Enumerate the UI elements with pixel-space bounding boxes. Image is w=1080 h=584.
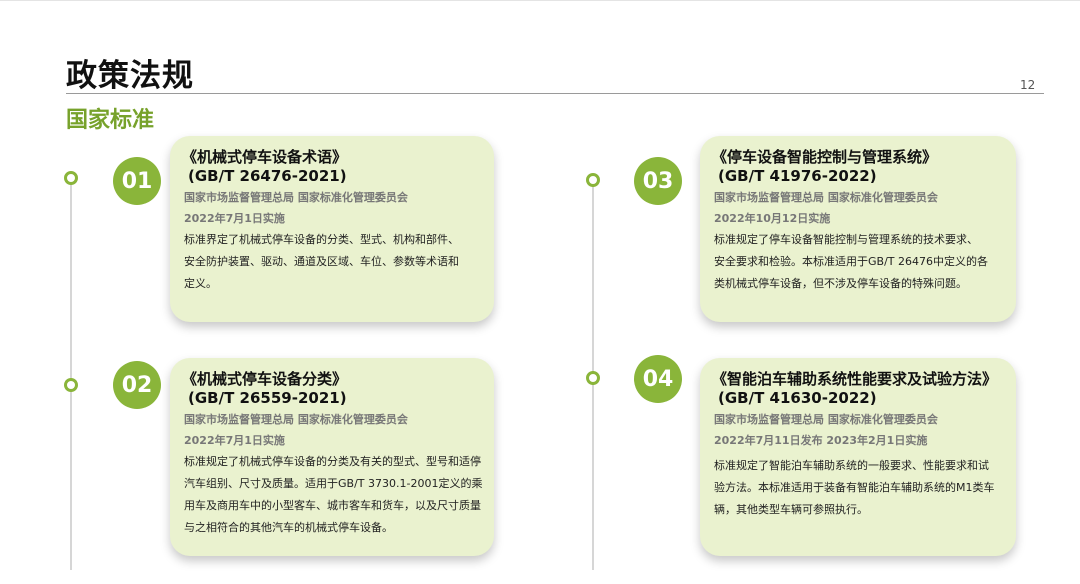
standard-issuer: 国家市场监督管理总局 国家标准化管理委员会 <box>714 413 938 426</box>
standard-card: 《停车设备智能控制与管理系统》 (GB/T 41976-2022) 国家市场监督… <box>700 136 1016 322</box>
standard-title: 《机械式停车设备分类》 <box>182 370 348 388</box>
page-title: 政策法规 <box>66 58 194 94</box>
standard-description: 标准规定了智能泊车辅助系统的一般要求、性能要求和试 验方法。本标准适用于装备有智… <box>714 459 995 516</box>
section-title: 国家标准 <box>66 108 155 133</box>
standard-title: 《机械式停车设备术语》 <box>182 148 348 166</box>
timeline-dot <box>586 173 600 187</box>
standard-description: 标准界定了机械式停车设备的分类、型式、机构和部件、 安全防护装置、驱动、通道及区… <box>184 233 459 290</box>
standard-code: (GB/T 41630-2022) <box>718 389 877 407</box>
standard-date: 2022年7月1日实施 <box>184 212 285 225</box>
standard-card: 《智能泊车辅助系统性能要求及试验方法》 (GB/T 41630-2022) 国家… <box>700 358 1016 556</box>
standard-code: (GB/T 26559-2021) <box>188 389 347 407</box>
standard-title: 《智能泊车辅助系统性能要求及试验方法》 <box>712 370 998 388</box>
standard-issuer: 国家市场监督管理总局 国家标准化管理委员会 <box>184 191 408 204</box>
standard-card: 《机械式停车设备分类》 (GB/T 26559-2021) 国家市场监督管理总局… <box>170 358 494 556</box>
timeline-left <box>70 178 72 570</box>
number-badge: 03 <box>634 157 682 205</box>
standard-date: 2022年7月1日实施 <box>184 434 285 447</box>
timeline-dot <box>586 371 600 385</box>
top-border <box>0 0 1080 1</box>
title-divider <box>66 93 1044 94</box>
timeline-dot <box>64 378 78 392</box>
standard-code: (GB/T 41976-2022) <box>718 167 877 185</box>
number-badge: 02 <box>113 361 161 409</box>
page-number: 12 <box>1020 78 1036 92</box>
timeline-dot <box>64 171 78 185</box>
standard-issuer: 国家市场监督管理总局 国家标准化管理委员会 <box>714 191 938 204</box>
standard-code: (GB/T 26476-2021) <box>188 167 347 185</box>
standard-issuer: 国家市场监督管理总局 国家标准化管理委员会 <box>184 413 408 426</box>
standard-date: 2022年7月11日发布 2023年2月1日实施 <box>714 434 928 447</box>
standard-description: 标准规定了机械式停车设备的分类及有关的型式、型号和适停 汽车组别、尺寸及质量。适… <box>184 455 483 534</box>
standard-date: 2022年10月12日实施 <box>714 212 831 225</box>
number-badge: 01 <box>113 157 161 205</box>
standard-title: 《停车设备智能控制与管理系统》 <box>712 148 938 166</box>
number-badge: 04 <box>634 355 682 403</box>
standard-description: 标准规定了停车设备智能控制与管理系统的技术要求、 安全要求和检验。本标准适用于G… <box>714 233 988 290</box>
standard-card: 《机械式停车设备术语》 (GB/T 26476-2021) 国家市场监督管理总局… <box>170 136 494 322</box>
